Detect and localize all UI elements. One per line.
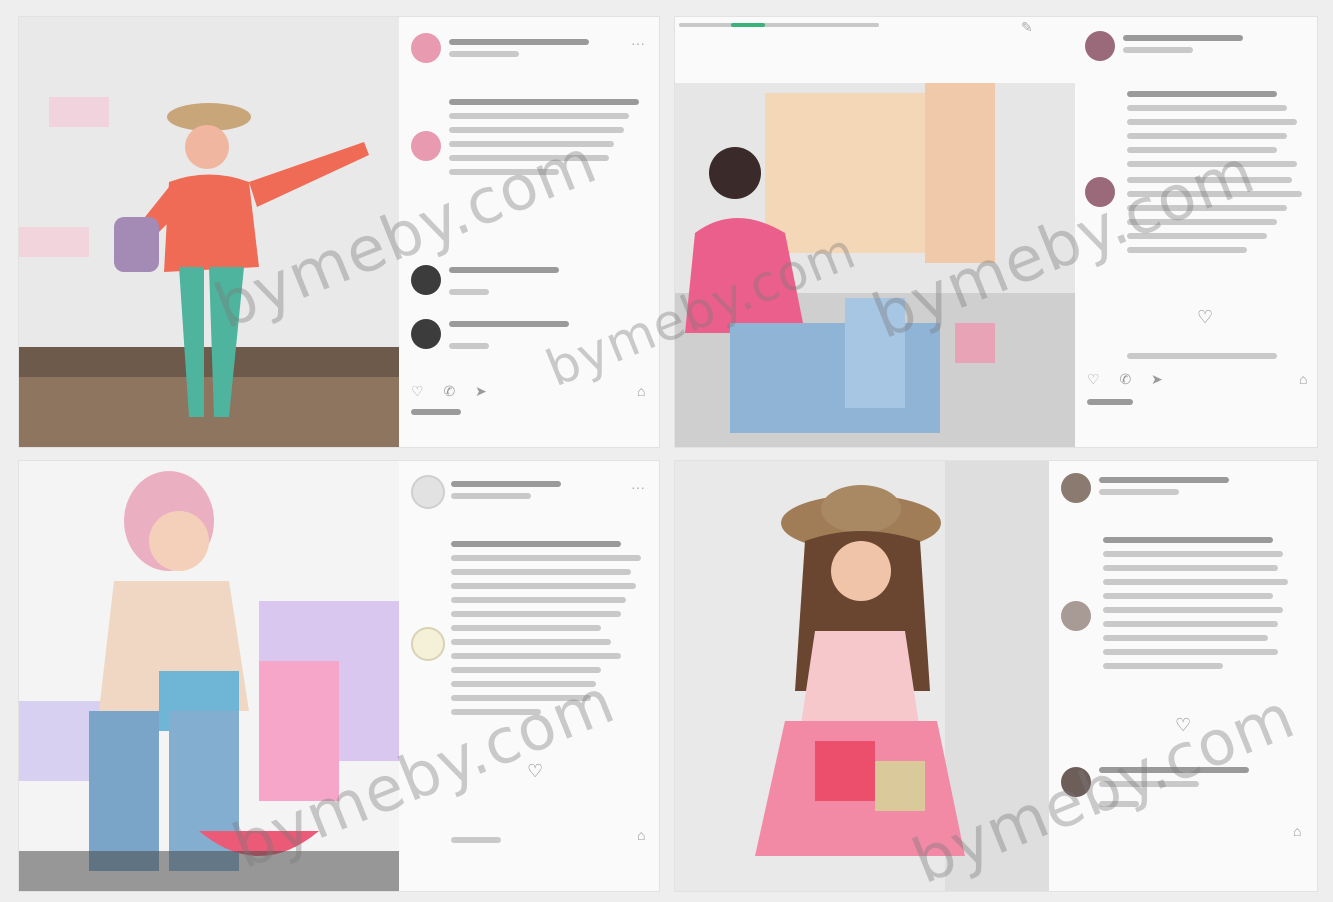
post-1-caption-line xyxy=(449,113,629,119)
post-2-caption-line xyxy=(1127,161,1297,167)
post-3-caption-line xyxy=(451,681,596,687)
post-2-comment-line xyxy=(1127,247,1247,253)
post-3-photo[interactable] xyxy=(19,461,399,891)
post-4-comment-avatar xyxy=(1061,767,1091,797)
post-2-username[interactable] xyxy=(1123,35,1243,41)
post-2-caption-line xyxy=(1127,133,1287,139)
post-3-caption-line xyxy=(451,583,636,589)
post-3-caption-line xyxy=(451,541,621,547)
post-4-username[interactable] xyxy=(1099,477,1229,483)
post-3-bookmark-icon[interactable]: ⌂ xyxy=(637,827,645,843)
post-1-comment-avatar xyxy=(411,319,441,349)
photo-4-illustration xyxy=(755,461,1049,891)
post-2-comment-line xyxy=(1127,205,1287,211)
post-2-edit-icon[interactable]: ✎ xyxy=(1021,19,1033,36)
post-1-caption-line xyxy=(449,127,624,133)
post-4-caption-line xyxy=(1103,579,1288,585)
post-4-photo[interactable] xyxy=(675,461,1049,891)
post-4-caption-line xyxy=(1103,663,1223,669)
post-2-caption-line xyxy=(1127,91,1277,97)
post-2-action-icons[interactable]: ♡ ✆ ➤ xyxy=(1087,371,1171,388)
post-3-caption-line xyxy=(451,625,601,631)
post-1-action-icons[interactable]: ♡ ✆ ➤ xyxy=(411,383,495,400)
post-1-caption-line xyxy=(449,169,559,175)
post-2-likes xyxy=(1087,399,1133,405)
post-3-username[interactable] xyxy=(451,481,561,487)
post-1-caption-line xyxy=(449,155,609,161)
post-2-comment-line xyxy=(1127,233,1267,239)
post-3-likes xyxy=(451,837,501,843)
post-2-story-bar xyxy=(679,23,879,27)
post-2-comment-heart-icon[interactable]: ♡ xyxy=(1197,307,1213,328)
post-4-caption-line xyxy=(1103,607,1283,613)
post-2-avatar[interactable] xyxy=(1085,31,1115,61)
post-1-more-icon[interactable]: ··· xyxy=(631,35,645,51)
instagram-post-1: ··· ♡ ✆ ➤ ⌂ xyxy=(18,16,660,448)
post-2-comment-line xyxy=(1127,191,1302,197)
post-2-comment-meta xyxy=(1127,353,1277,359)
instagram-post-2: ✎ ♡ ♡ ✆ ➤ ⌂ xyxy=(674,16,1318,448)
post-3-caption-line xyxy=(451,695,591,701)
photo-2-illustration xyxy=(675,83,1075,447)
post-1-bookmark-icon[interactable]: ⌂ xyxy=(637,383,645,399)
post-2-comment-avatar xyxy=(1085,177,1115,207)
post-3-caption-line xyxy=(451,653,621,659)
post-4-comment-text xyxy=(1099,781,1199,787)
post-4-caption-line xyxy=(1103,621,1278,627)
post-1-location xyxy=(449,51,519,57)
post-3-caption-avatar xyxy=(411,627,445,661)
post-1-comment-meta xyxy=(449,343,489,349)
post-1-caption-line xyxy=(449,141,614,147)
post-4-caption-line xyxy=(1103,635,1268,641)
post-1-comment-meta xyxy=(449,289,489,295)
post-4-comment-heart-icon[interactable]: ♡ xyxy=(1175,715,1191,736)
post-2-story-progress xyxy=(731,23,765,27)
post-3-caption-line xyxy=(451,569,631,575)
post-2-location xyxy=(1123,47,1193,53)
post-3-location xyxy=(451,493,531,499)
post-1-avatar[interactable] xyxy=(411,33,441,63)
post-2-caption-line xyxy=(1127,105,1287,111)
post-2-photo[interactable] xyxy=(675,83,1075,447)
post-3-caption-line xyxy=(451,611,621,617)
post-1-comment-text xyxy=(449,267,559,273)
post-3-more-icon[interactable]: ··· xyxy=(631,479,645,495)
post-3-caption-line xyxy=(451,667,601,673)
post-3-caption-line xyxy=(451,709,541,715)
post-1-comment-avatar xyxy=(411,265,441,295)
post-3-comment-heart-icon[interactable]: ♡ xyxy=(527,761,543,782)
post-1-caption-line xyxy=(449,99,639,105)
instagram-post-3: ··· ♡ ⌂ xyxy=(18,460,660,892)
post-2-comment-line xyxy=(1127,219,1277,225)
post-2-bookmark-icon[interactable]: ⌂ xyxy=(1299,371,1307,387)
post-4-bookmark-icon[interactable]: ⌂ xyxy=(1293,823,1301,839)
post-4-caption-line xyxy=(1103,649,1278,655)
post-1-caption-avatar xyxy=(411,131,441,161)
post-3-avatar[interactable] xyxy=(411,475,445,509)
post-4-comment-text xyxy=(1099,767,1249,773)
post-4-caption-line xyxy=(1103,593,1273,599)
post-1-username[interactable] xyxy=(449,39,589,45)
post-1-comment-text xyxy=(449,321,569,327)
post-3-caption-line xyxy=(451,639,611,645)
post-4-caption-line xyxy=(1103,565,1278,571)
post-4-caption-line xyxy=(1103,537,1273,543)
instagram-post-4: ♡ ⌂ xyxy=(674,460,1318,892)
post-4-location xyxy=(1099,489,1179,495)
post-2-caption-line xyxy=(1127,147,1277,153)
post-photo-1[interactable] xyxy=(19,17,399,447)
post-3-caption-line xyxy=(451,555,641,561)
post-4-avatar[interactable] xyxy=(1061,473,1091,503)
post-4-comment-meta xyxy=(1099,801,1139,807)
post-1-likes xyxy=(411,409,461,415)
post-4-caption-avatar xyxy=(1061,601,1091,631)
post-2-comment-line xyxy=(1127,177,1292,183)
post-4-caption-line xyxy=(1103,551,1283,557)
post-2-caption-line xyxy=(1127,119,1297,125)
photo-3-illustration xyxy=(19,471,399,891)
post-3-caption-line xyxy=(451,597,626,603)
photo-1-illustration xyxy=(19,97,399,447)
